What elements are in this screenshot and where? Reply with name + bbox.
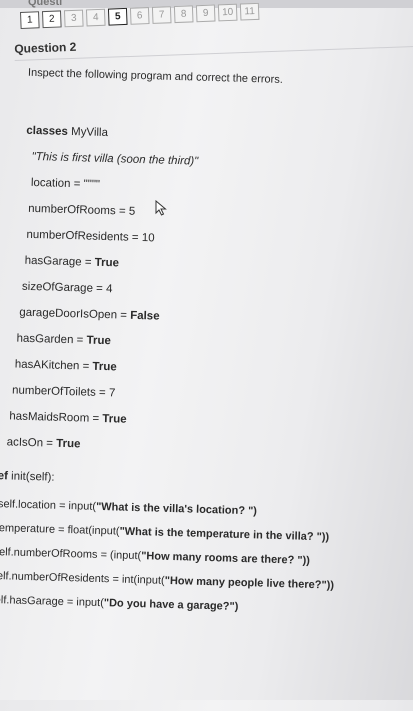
code-lhs: self.numberOfRooms = (input(: [0, 546, 142, 563]
prompt-string: "How many people live there?")): [164, 574, 335, 592]
instruction-text: Inspect the following program and correc…: [27, 66, 284, 86]
attribute-assignment: location = """": [31, 177, 100, 191]
attribute-value: True: [92, 360, 117, 374]
attribute-assignment: acIsOn = True: [6, 436, 80, 450]
class-name: MyVilla: [67, 125, 109, 140]
method-body-line: temperature = float(input("What is the t…: [0, 522, 329, 543]
prompt-string: "Do you have a garage?"): [103, 597, 239, 613]
attribute-value: True: [56, 437, 81, 451]
docstring: "This is first villa (soon the third)": [31, 150, 199, 168]
attribute-assignment: hasAKitchen = True: [15, 359, 117, 374]
prompt-string: "What is the villa's location? "): [95, 500, 258, 518]
method-body-line: self.numberOfRooms = (input("How many ro…: [0, 546, 310, 567]
attribute-value: False: [129, 309, 160, 323]
def-signature: init(self):: [7, 470, 55, 484]
attribute-value: 4: [105, 283, 113, 296]
attribute-value: 10: [141, 232, 155, 245]
class-declaration: classes MyVilla: [26, 125, 108, 139]
attribute-name: hasGarden =: [16, 332, 87, 347]
attribute-name: sizeOfGarage =: [21, 280, 107, 296]
method-body-line: self.location = input("What is the villa…: [0, 498, 257, 517]
attribute-name: garageDoorIsOpen =: [19, 306, 131, 322]
attribute-value: """": [83, 178, 101, 191]
def-line: def init(self):: [0, 470, 55, 484]
code-lhs: self.numberOfResidents = int(input(: [0, 569, 165, 587]
attribute-assignment: numberOfToilets = 7: [12, 384, 116, 399]
attribute-assignment: hasGarage = True: [25, 255, 120, 270]
attribute-name: acIsOn =: [6, 436, 57, 450]
attribute-name: hasMaidsRoom =: [9, 410, 103, 426]
attribute-name: numberOfResidents =: [26, 228, 142, 245]
method-body-line: self.numberOfResidents = int(input("How …: [0, 570, 334, 592]
attribute-name: location =: [30, 176, 84, 191]
question-content: Inspect the following program and correc…: [0, 0, 413, 711]
attribute-assignment: numberOfResidents = 10: [26, 229, 154, 245]
class-keyword: classes: [26, 124, 69, 138]
prompt-string: "What is the temperature in the villa? "…: [119, 525, 330, 544]
mouse-pointer-icon: [155, 200, 167, 216]
attribute-name: numberOfRooms =: [28, 202, 129, 218]
attribute-value: True: [86, 334, 111, 348]
code-lhs: self.location = input(: [0, 498, 97, 513]
attribute-assignment: hasGarden = True: [16, 333, 111, 348]
attribute-value: 7: [108, 387, 116, 400]
attribute-value: True: [94, 256, 120, 270]
attribute-assignment: garageDoorIsOpen = False: [19, 307, 160, 323]
attribute-name: hasAKitchen =: [14, 358, 93, 373]
attribute-name: hasGarage =: [24, 254, 95, 269]
attribute-assignment: sizeOfGarage = 4: [22, 281, 113, 296]
code-lhs: self.hasGarage = input(: [0, 593, 105, 610]
attribute-value: 5: [128, 205, 136, 218]
attribute-assignment: numberOfRooms = 5: [28, 203, 135, 218]
code-lhs: temperature = float(input(: [0, 522, 120, 538]
method-body-line: self.hasGarage = input("Do you have a ga…: [0, 594, 239, 613]
attribute-value: True: [102, 413, 127, 426]
attribute-assignment: hasMaidsRoom = True: [9, 410, 127, 425]
prompt-string: "How many rooms are there? ")): [140, 550, 311, 567]
attribute-name: numberOfToilets =: [11, 384, 110, 400]
